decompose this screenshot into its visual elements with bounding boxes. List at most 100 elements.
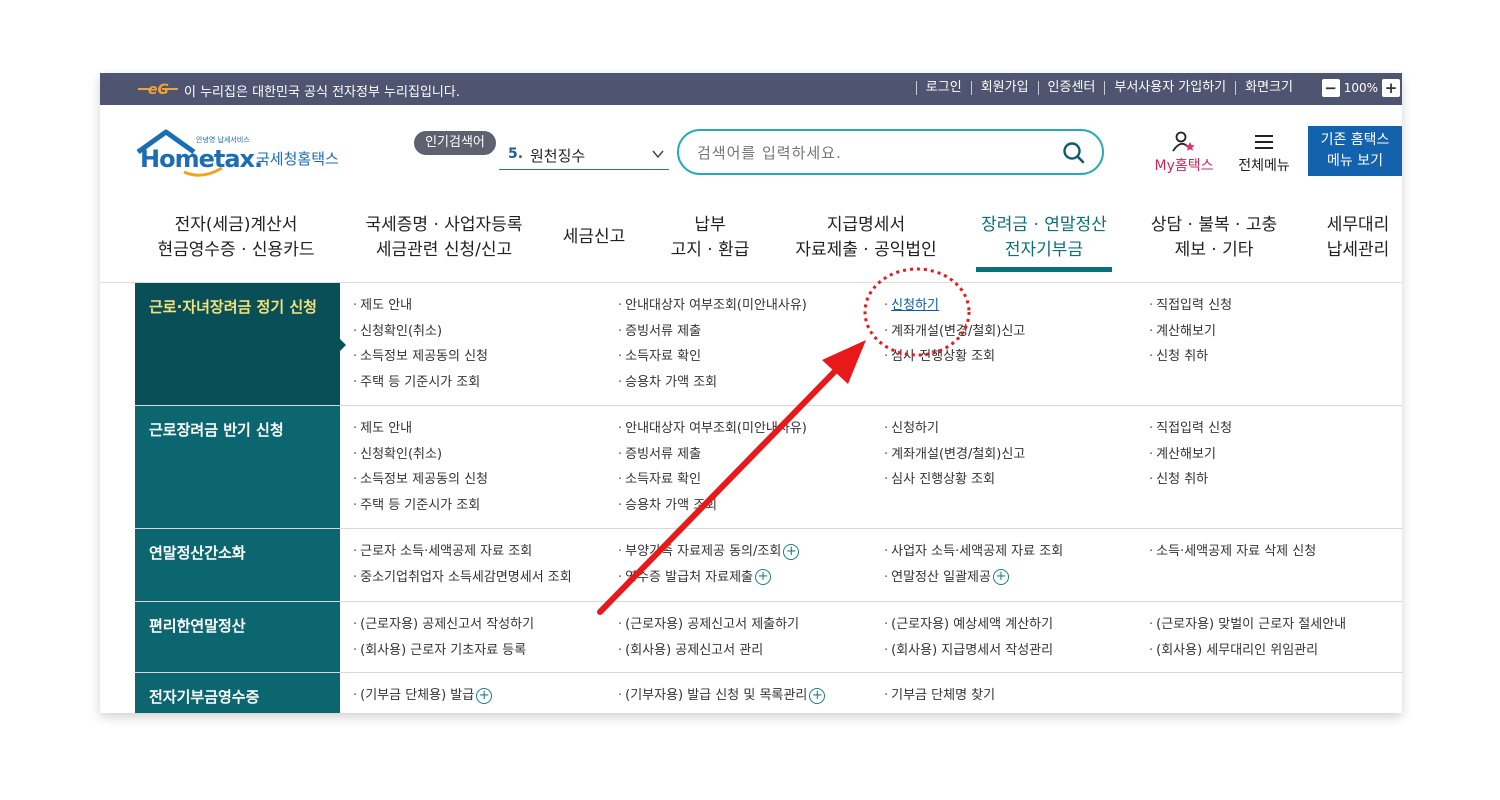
menu-item[interactable]: 소득정보 제공동의 신청 [353, 467, 488, 493]
menu-item[interactable]: (회사용) 근로자 기초자료 등록 [353, 638, 534, 664]
menu-item[interactable]: 심사 진행상황 조회 [884, 344, 1025, 370]
menu-item[interactable]: 소득정보 제공동의 신청 [353, 344, 488, 370]
popular-rank: 5. [508, 146, 524, 162]
gnb-counsel-line2: 제보 · 기타 [1174, 240, 1254, 260]
zoom-in-button[interactable]: + [1382, 79, 1400, 97]
plus-icon[interactable]: + [809, 687, 826, 704]
menu-item[interactable]: 소득자료 확인 [618, 467, 807, 493]
menu-item[interactable]: 소득자료 확인 [618, 344, 807, 370]
egov-logo-icon: eG [138, 82, 178, 98]
util-links: 로그인 회원가입 인증센터 부서사용자 가입하기 화면크기 [915, 81, 1302, 95]
plus-icon[interactable]: + [476, 687, 493, 704]
menu-item[interactable]: (근로자용) 공제신고서 제출하기 [618, 612, 799, 638]
search-icon[interactable] [1062, 141, 1086, 165]
menu-column: 신청하기 계좌개설(변경/철회)신고 심사 진행상황 조회 [884, 293, 1025, 370]
menu-item[interactable]: 직접입력 신청 [1149, 293, 1232, 319]
zoom-out-button[interactable]: − [1321, 79, 1340, 97]
menu-item[interactable]: 계좌개설(변경/철회)신고 [884, 442, 1025, 468]
menu-item[interactable]: (회사용) 지급명세서 작성관리 [884, 638, 1053, 664]
menu-item[interactable]: 제도 안내 [353, 293, 488, 319]
gnb-tax-report-label: 세금신고 [562, 227, 626, 247]
menu-item[interactable]: 연말정산 일괄제공+ [884, 565, 1063, 591]
menu-item[interactable]: 계좌개설(변경/철회)신고 [884, 319, 1025, 345]
plus-icon[interactable]: + [783, 543, 800, 560]
section-title[interactable]: 편리한연말정산 [135, 602, 340, 672]
popular-term: 원천징수 [530, 147, 586, 165]
menu-item[interactable]: 안내대상자 여부조회(미안내사유) [618, 293, 807, 319]
section-title[interactable]: 전자기부금영수증 [135, 673, 340, 713]
gnb-payment[interactable]: 납부 고지 · 환급 [660, 213, 760, 263]
apply-link-label: 신청하기 [891, 298, 939, 313]
old-menu-button[interactable]: 기존 홈택스 메뉴 보기 [1308, 126, 1402, 176]
menu-item-label: 연말정산 일괄제공 [891, 569, 991, 585]
menu-item[interactable]: 안내대상자 여부조회(미안내사유) [618, 416, 807, 442]
menu-item[interactable]: 제도 안내 [353, 416, 488, 442]
menu-item[interactable]: 계산해보기 [1149, 442, 1232, 468]
menu-item[interactable]: (회사용) 세무대리인 위임관리 [1149, 638, 1346, 664]
menu-item[interactable]: 영수증 발급처 자료제출+ [618, 565, 799, 591]
popular-search-select[interactable]: 5. 원천징수 [499, 140, 669, 170]
menu-item[interactable]: 직접입력 신청 [1149, 416, 1232, 442]
all-menu-button[interactable]: 전체메뉴 [1232, 131, 1296, 175]
menu-item[interactable]: (근로자용) 공제신고서 작성하기 [353, 612, 534, 638]
plus-icon[interactable]: + [755, 569, 772, 586]
menu-item[interactable]: (회사용) 공제신고서 관리 [618, 638, 799, 664]
search-input[interactable] [697, 141, 1057, 165]
menu-item-label: 부양가족 자료제공 동의/조회 [625, 544, 782, 559]
gnb-tax-agent[interactable]: 세무대리 납세관리 [1318, 213, 1398, 263]
apply-link[interactable]: 신청하기 [884, 293, 1025, 319]
screen-size-label: 화면크기 [1235, 81, 1302, 95]
section-title[interactable]: 근로·자녀장려금 정기 신청 [135, 283, 346, 405]
menu-item[interactable]: (기부금 단체용) 발급+ [353, 683, 493, 709]
menu-item-label: (기부자용) 발급 신청 및 목록관리 [625, 688, 808, 703]
gnb-payment-statement-line2: 자료제출 · 공익법인 [795, 240, 937, 260]
menu-column: 직접입력 신청 계산해보기 신청 취하 [1149, 293, 1232, 370]
old-menu-line1: 기존 홈택스 [1320, 132, 1390, 148]
gnb-einvoice[interactable]: 전자(세금)계산서 현금영수증 · 신용카드 [148, 213, 324, 263]
gnb-einvoice-line2: 현금영수증 · 신용카드 [157, 240, 315, 260]
menu-item[interactable]: 신청확인(취소) [353, 442, 488, 468]
gnb-certificate[interactable]: 국세증명 · 사업자등록 세금관련 신청/신고 [354, 213, 534, 263]
menu-item[interactable]: 기부금 단체명 찾기 [884, 683, 995, 709]
menu-item[interactable]: 계산해보기 [1149, 319, 1232, 345]
dept-user-signup-link[interactable]: 부서사용자 가입하기 [1104, 81, 1235, 95]
section-title[interactable]: 근로장려금 반기 신청 [135, 406, 340, 528]
section-title[interactable]: 연말정산간소화 [135, 529, 340, 601]
menu-item[interactable]: 주택 등 기준시가 조회 [353, 370, 488, 396]
menu-item[interactable]: (기부자용) 발급 신청 및 목록관리+ [618, 683, 826, 709]
gnb-tax-agent-line2: 납세관리 [1326, 240, 1390, 260]
menu-item[interactable]: 승용차 가액 조회 [618, 493, 807, 519]
menu-item[interactable]: (근로자용) 맞벌이 근로자 절세안내 [1149, 612, 1346, 638]
signup-link[interactable]: 회원가입 [970, 81, 1038, 95]
menu-item[interactable]: 심사 진행상황 조회 [884, 467, 1025, 493]
menu-item[interactable]: (근로자용) 예상세액 계산하기 [884, 612, 1053, 638]
popular-search-badge: 인기검색어 [414, 131, 496, 155]
menu-item[interactable]: 승용차 가액 조회 [618, 370, 807, 396]
my-hometax-button[interactable]: My홈택스 [1148, 131, 1220, 175]
gnb-incentive[interactable]: 장려금 · 연말정산 전자기부금 [966, 213, 1122, 263]
cert-center-link[interactable]: 인증센터 [1037, 81, 1105, 95]
menu-item[interactable]: 소득·세액공제 자료 삭제 신청 [1149, 539, 1316, 565]
menu-item[interactable]: 신청 취하 [1149, 467, 1232, 493]
menu-item[interactable]: 중소기업취업자 소득세감면명세서 조회 [353, 565, 572, 591]
gnb-payment-statement[interactable]: 지급명세서 자료제출 · 공익법인 [786, 213, 946, 263]
menu-column: (근로자용) 맞벌이 근로자 절세안내 (회사용) 세무대리인 위임관리 [1149, 612, 1346, 663]
gnb-payment-statement-line1: 지급명세서 [826, 215, 906, 235]
menu-column: (근로자용) 예상세액 계산하기 (회사용) 지급명세서 작성관리 [884, 612, 1053, 663]
gnb-certificate-line2: 세금관련 신청/신고 [375, 240, 513, 260]
menu-item[interactable]: 신청 취하 [1149, 344, 1232, 370]
login-link[interactable]: 로그인 [915, 81, 971, 95]
menu-item[interactable]: 신청확인(취소) [353, 319, 488, 345]
menu-item[interactable]: 증빙서류 제출 [618, 319, 807, 345]
plus-icon[interactable]: + [992, 569, 1009, 586]
menu-item[interactable]: 주택 등 기준시가 조회 [353, 493, 488, 519]
hometax-logo[interactable]: 안녕영 납세서비스 Hometax. 국세청홈택스 [136, 128, 356, 184]
gnb-tax-agent-line1: 세무대리 [1326, 215, 1390, 235]
menu-item[interactable]: 신청하기 [884, 416, 1025, 442]
menu-item[interactable]: 근로자 소득·세액공제 자료 조회 [353, 539, 572, 565]
gnb-counsel[interactable]: 상담 · 불복 · 고충 제보 · 기타 [1140, 213, 1288, 263]
menu-item[interactable]: 증빙서류 제출 [618, 442, 807, 468]
menu-item[interactable]: 사업자 소득·세액공제 자료 조회 [884, 539, 1063, 565]
menu-item[interactable]: 부양가족 자료제공 동의/조회+ [618, 539, 800, 565]
gnb-tax-report[interactable]: 세금신고 [556, 225, 632, 250]
